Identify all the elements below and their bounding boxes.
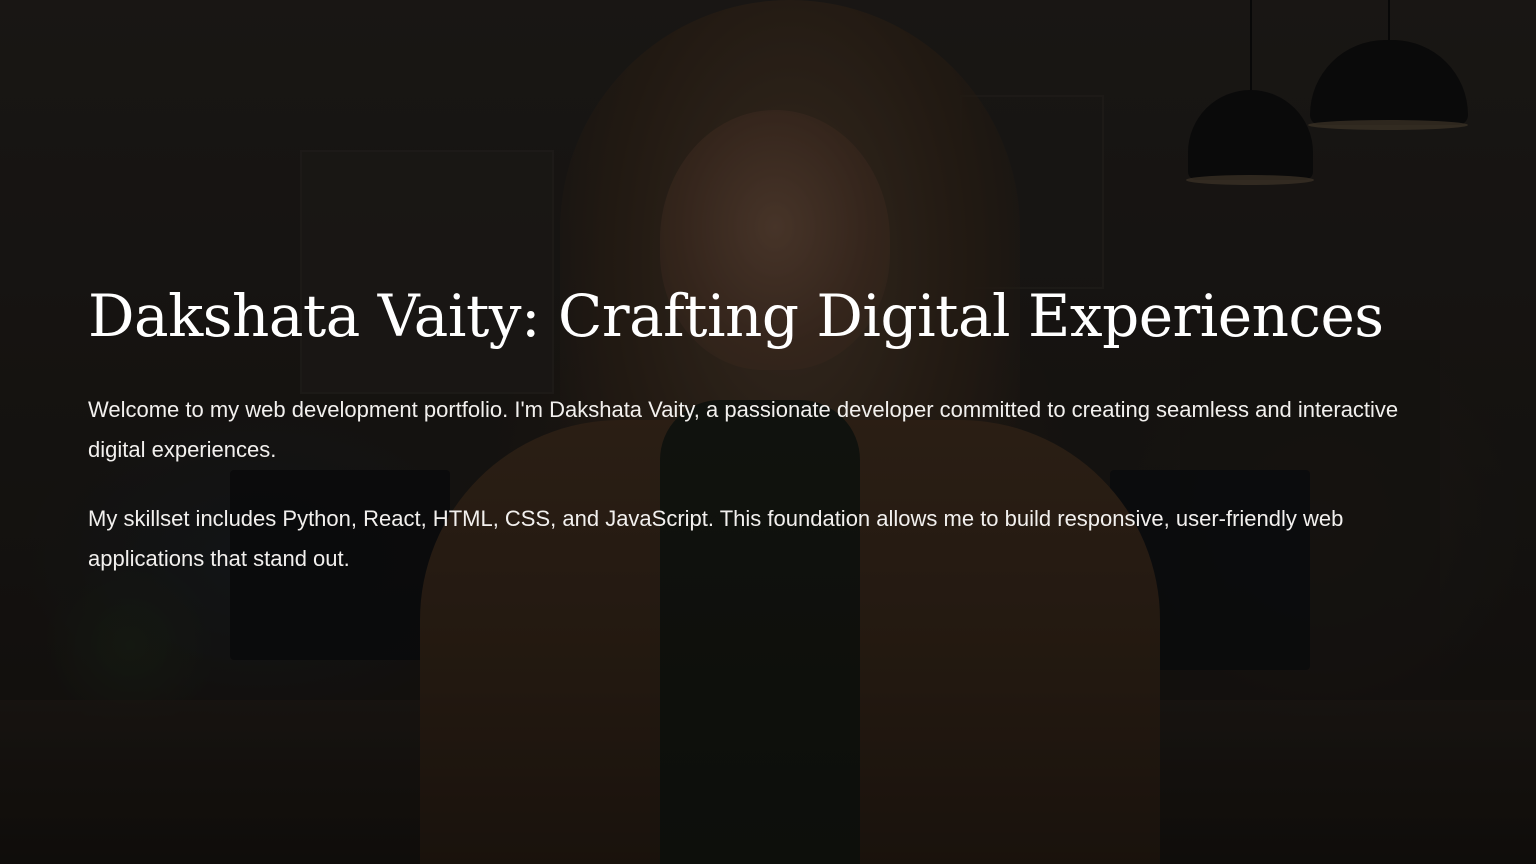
hero-content: Dakshata Vaity: Crafting Digital Experie… — [88, 272, 1438, 579]
page-title: Dakshata Vaity: Crafting Digital Experie… — [88, 282, 1384, 350]
hero-slide: Dakshata Vaity: Crafting Digital Experie… — [0, 0, 1536, 864]
intro-paragraph: Welcome to my web development portfolio.… — [88, 397, 1399, 462]
skills-paragraph: My skillset includes Python, React, HTML… — [88, 506, 1344, 571]
